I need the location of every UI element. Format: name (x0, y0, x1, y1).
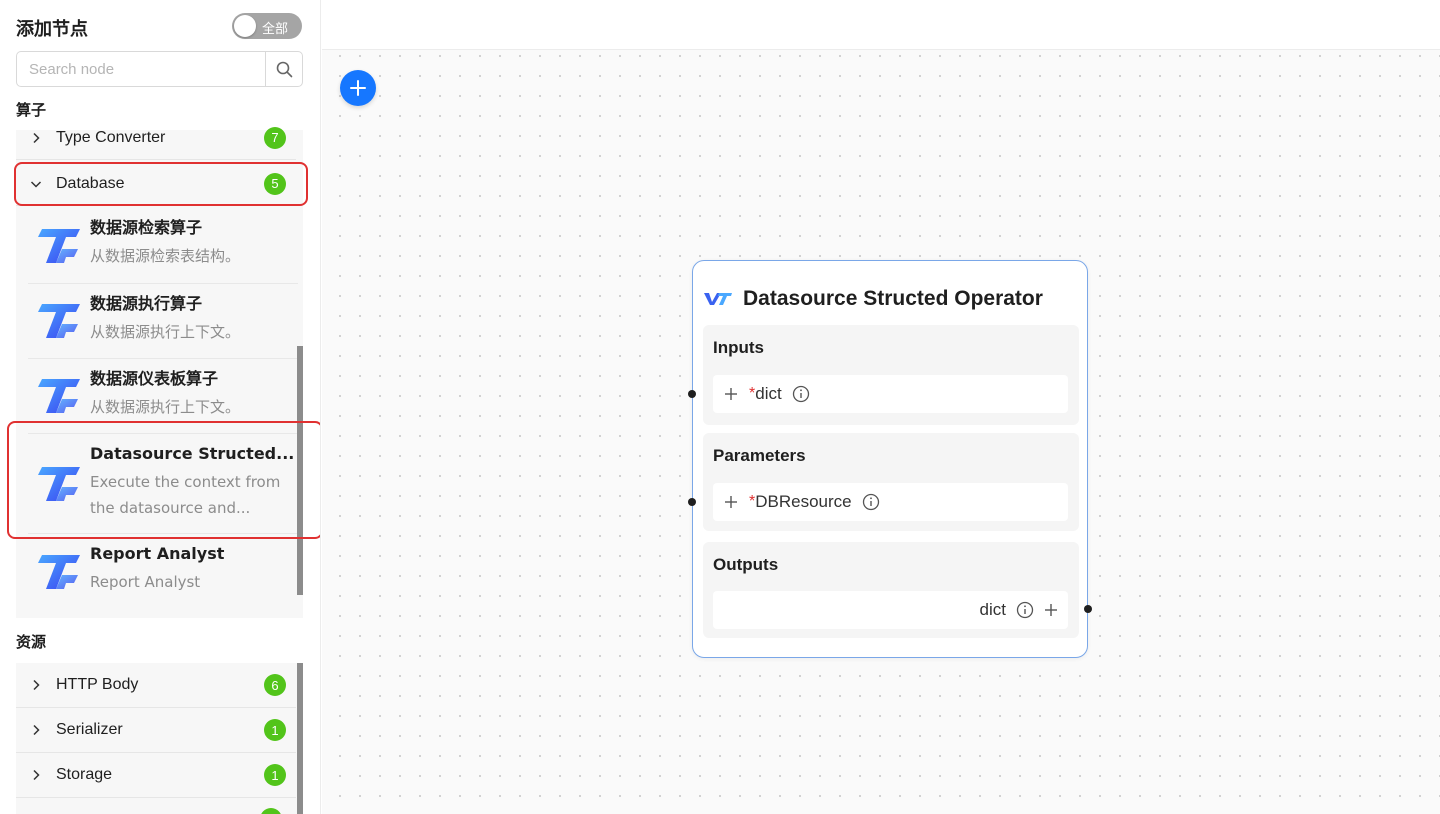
node-title: 数据源仪表板算子 (90, 369, 219, 388)
resources-scrollbar[interactable] (297, 663, 303, 814)
input-field-dict[interactable]: * dict (713, 375, 1068, 413)
search-icon (276, 61, 292, 77)
parameter-handle-dbresource[interactable] (688, 498, 696, 506)
resources-panel: HTTP Body 6 Serializer 1 Storage 1 (16, 663, 303, 814)
info-icon[interactable] (792, 385, 810, 403)
node-description: 从数据源执行上下文。 (90, 398, 241, 416)
add-node-button[interactable] (340, 70, 376, 106)
toggle-label: 全部 (262, 22, 289, 37)
sidebar-title: 添加节点 (16, 19, 88, 40)
category-label: Storage (56, 766, 113, 783)
category-serializer[interactable]: Serializer 1 (16, 708, 296, 753)
canvas-toolbar (322, 0, 1440, 50)
category-label: HTTP Body (56, 676, 139, 693)
node-description: Report Analyst (90, 573, 201, 591)
category-type-converter[interactable]: Type Converter 7 (16, 116, 296, 160)
field-name: dict (979, 600, 1006, 619)
count-badge: 1 (264, 764, 286, 786)
category-http-body[interactable]: HTTP Body 6 (16, 663, 296, 708)
plus-icon (350, 80, 366, 96)
chevron-right-icon (33, 724, 40, 736)
operator-logo-icon (38, 555, 80, 589)
output-handle-dict[interactable] (1084, 605, 1092, 613)
category-storage[interactable]: Storage 1 (16, 753, 296, 798)
chevron-right-icon (33, 769, 40, 781)
field-name: dict (755, 384, 782, 403)
node-title: Report Analyst (90, 544, 225, 563)
operator-logo-icon (38, 228, 80, 263)
highlight-database-category (14, 162, 308, 206)
highlight-datasource-structed-item (7, 421, 320, 539)
node-card-title: Datasource Structed Operator (743, 287, 1043, 310)
outputs-section: Outputs dict (703, 542, 1079, 638)
inputs-section-title: Inputs (713, 338, 764, 357)
node-title: 数据源执行算子 (90, 294, 203, 313)
dbgpt-logo-icon (704, 293, 732, 305)
node-item-datasource-execute[interactable]: 数据源执行算子 从数据源执行上下文。 (28, 284, 298, 359)
output-field-dict[interactable]: dict (713, 591, 1068, 629)
operator-node-card[interactable]: Datasource Structed Operator Inputs * di… (688, 260, 1092, 658)
node-description: 从数据源检索表结构。 (90, 247, 241, 265)
node-description: 从数据源执行上下文。 (90, 323, 241, 341)
operator-logo-icon (38, 379, 80, 413)
count-badge: 7 (264, 126, 286, 149)
node-item-datasource-retrieve[interactable]: 数据源检索算子 从数据源检索表结构。 (28, 208, 298, 284)
node-title: 数据源检索算子 (90, 218, 203, 237)
search-box (16, 51, 303, 87)
search-button[interactable] (265, 52, 302, 86)
inputs-section: Inputs * dict (703, 325, 1079, 425)
parameters-section-title: Parameters (713, 446, 806, 465)
count-badge-partial (260, 808, 282, 814)
field-name: DBResource (755, 492, 852, 511)
node-header: Datasource Structed Operator (703, 287, 1043, 311)
plus-icon[interactable] (724, 495, 738, 509)
operator-logo-icon (38, 304, 80, 338)
count-badge: 6 (264, 674, 286, 696)
info-icon[interactable] (862, 493, 880, 511)
outputs-section-title: Outputs (713, 555, 779, 574)
flow-canvas[interactable]: Datasource Structed Operator Inputs * di… (322, 0, 1440, 814)
chevron-right-icon (33, 132, 40, 143)
count-badge: 1 (264, 719, 286, 741)
plus-icon[interactable] (1044, 603, 1058, 617)
show-all-toggle[interactable]: 全部 (232, 13, 302, 39)
parameters-section: Parameters * DBResource (703, 433, 1079, 531)
resources-section-label: 资源 (16, 633, 47, 651)
category-label: Serializer (56, 721, 123, 738)
parameter-field-dbresource[interactable]: * DBResource (713, 483, 1068, 521)
node-item-report-analyst[interactable]: Report Analyst Report Analyst (28, 534, 298, 610)
input-handle-dict[interactable] (688, 390, 696, 398)
category-label: Type Converter (56, 128, 166, 146)
node-sidebar: 添加节点 全部 算子 Type Converter 7 Database 5 数… (0, 0, 321, 814)
info-icon[interactable] (1016, 601, 1034, 619)
search-input[interactable] (17, 52, 265, 86)
toggle-knob (234, 15, 256, 37)
chevron-right-icon (33, 679, 40, 691)
plus-icon[interactable] (724, 387, 738, 401)
